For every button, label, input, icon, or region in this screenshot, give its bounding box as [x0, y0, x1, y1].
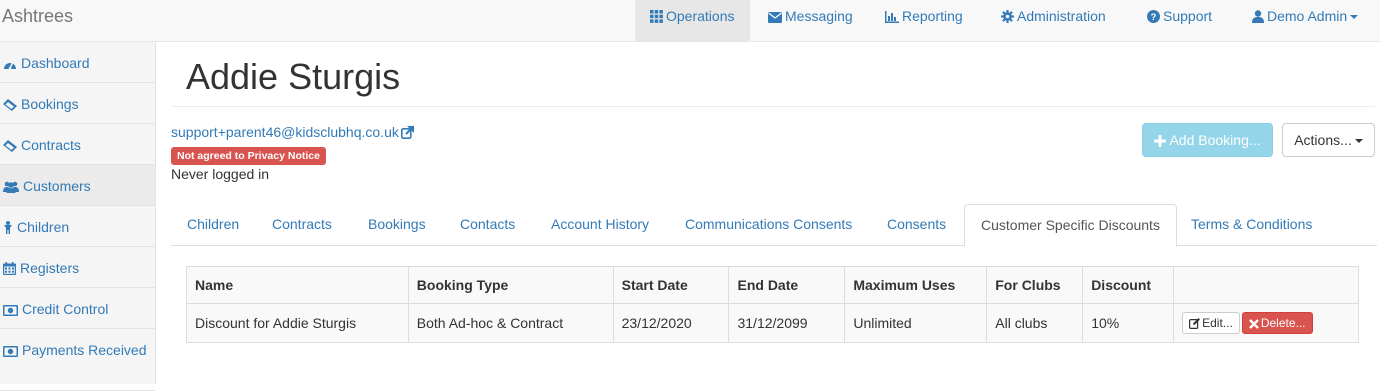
tab-contacts[interactable]: Contacts — [444, 204, 531, 246]
column-header — [1173, 266, 1359, 304]
gear-icon — [1001, 10, 1014, 23]
money-icon — [3, 305, 18, 316]
chevron-down-icon — [1354, 139, 1363, 143]
column-header: Discount — [1082, 266, 1175, 304]
close-icon — [1248, 319, 1259, 329]
grid-icon — [650, 10, 663, 23]
svg-text:?: ? — [1151, 12, 1157, 23]
customer-email-link[interactable]: support+parent46@kidsclubhq.co.uk — [171, 124, 414, 140]
delete-button[interactable]: Delete... — [1241, 312, 1313, 334]
child-icon — [4, 221, 12, 234]
sidebar-item-label: Customers — [23, 178, 91, 194]
nav-administration[interactable]: Administration — [986, 0, 1121, 41]
tab-communications-consents[interactable]: Communications Consents — [669, 204, 868, 246]
tab-consents[interactable]: Consents — [871, 204, 962, 246]
customer-email: support+parent46@kidsclubhq.co.uk — [171, 124, 399, 140]
page-title: Addie Sturgis — [186, 56, 401, 97]
customer-tabs: Children Contracts Bookings Contacts Acc… — [171, 204, 1377, 247]
nav-messaging-label: Messaging — [785, 8, 853, 24]
sidebar-item-label: Bookings — [21, 96, 79, 112]
table-header-row: Name Booking Type Start Date End Date Ma… — [186, 266, 1359, 304]
calendar-icon — [3, 262, 16, 275]
brand-logo[interactable]: Ashtrees — [2, 6, 73, 27]
sidebar-item-children[interactable]: Children — [0, 206, 155, 247]
column-header: Start Date — [612, 266, 730, 304]
discounts-table: Name Booking Type Start Date End Date Ma… — [186, 266, 1359, 343]
actions-dropdown-button[interactable]: Actions... — [1282, 123, 1375, 157]
sidebar-item-label: Dashboard — [21, 55, 90, 71]
actions-label: Actions... — [1294, 132, 1352, 148]
bar-chart-icon — [885, 11, 899, 23]
tab-account-history[interactable]: Account History — [535, 204, 665, 246]
tab-customer-specific-discounts[interactable]: Customer Specific Discounts — [964, 204, 1177, 247]
column-header: Name — [186, 266, 409, 304]
chevron-down-icon — [1350, 15, 1359, 19]
maximum-uses: Unlimited — [844, 303, 988, 343]
nav-user-menu[interactable]: Demo Admin — [1237, 0, 1373, 41]
nav-reporting-label: Reporting — [902, 8, 963, 24]
users-icon — [3, 181, 19, 193]
discount-value: 10% — [1082, 303, 1175, 343]
dashboard-icon — [4, 61, 16, 70]
sidebar-item-label: Children — [17, 219, 70, 235]
tab-contracts[interactable]: Contracts — [256, 204, 348, 246]
column-header: Maximum Uses — [844, 266, 988, 304]
main-content: Addie Sturgis support+parent46@kidsclubh… — [156, 42, 1380, 384]
tab-bookings[interactable]: Bookings — [352, 204, 442, 246]
booking-type: Both Ad-hoc & Contract — [407, 303, 614, 343]
top-navbar: Ashtrees Operations Messaging Reporting … — [0, 0, 1380, 42]
sidebar-item-label: Registers — [20, 260, 80, 276]
add-booking-label: Add Booking... — [1169, 132, 1261, 148]
column-header: End Date — [728, 266, 846, 304]
sidebar-item-label: Credit Control — [22, 301, 109, 317]
sidebar-item-label: Payments Received — [22, 342, 147, 358]
edit-label: Edit... — [1202, 316, 1233, 330]
sidebar-item-label: Contracts — [21, 137, 81, 153]
nav-operations-label: Operations — [666, 8, 735, 24]
privacy-status-badge: Not agreed to Privacy Notice — [171, 147, 326, 165]
nav-reporting[interactable]: Reporting — [870, 0, 978, 41]
nav-support[interactable]: ? Support — [1132, 0, 1227, 41]
external-link-icon — [400, 126, 414, 139]
money-icon — [3, 346, 18, 357]
start-date: 23/12/2020 — [612, 303, 730, 343]
delete-label: Delete... — [1260, 316, 1306, 330]
for-clubs: All clubs — [986, 303, 1084, 343]
sidebar-item-credit-control[interactable]: Credit Control — [0, 288, 155, 329]
sidebar-item-registers[interactable]: Registers — [0, 247, 155, 288]
tab-terms-conditions[interactable]: Terms & Conditions — [1175, 204, 1328, 246]
ticket-icon — [3, 99, 17, 111]
user-icon — [1252, 10, 1264, 23]
sidebar-item-contracts[interactable]: Contracts — [0, 124, 155, 165]
envelope-icon — [768, 12, 782, 23]
row-actions: Edit... Delete... — [1173, 303, 1359, 343]
discount-name: Discount for Addie Sturgis — [186, 303, 409, 343]
column-header: Booking Type — [407, 266, 614, 304]
divider — [171, 106, 1375, 107]
login-status: Never logged in — [171, 166, 270, 182]
column-header: For Clubs — [986, 266, 1084, 304]
nav-user-label: Demo Admin — [1267, 8, 1348, 24]
sidebar-item-customers[interactable]: Customers — [0, 165, 155, 206]
table-row: Discount for Addie Sturgis Both Ad-hoc &… — [186, 303, 1359, 343]
question-circle-icon: ? — [1147, 10, 1160, 23]
plus-icon — [1154, 135, 1167, 147]
sidebar-item-payments-received[interactable]: Payments Received — [0, 329, 155, 391]
end-date: 31/12/2099 — [728, 303, 846, 343]
tab-children[interactable]: Children — [171, 204, 255, 246]
ticket-icon — [3, 140, 17, 152]
nav-support-label: Support — [1163, 8, 1213, 24]
edit-button[interactable]: Edit... — [1182, 312, 1240, 334]
sidebar-item-bookings[interactable]: Bookings — [0, 83, 155, 124]
add-booking-button[interactable]: Add Booking... — [1142, 123, 1273, 157]
nav-messaging[interactable]: Messaging — [753, 0, 868, 41]
nav-operations[interactable]: Operations — [635, 0, 750, 41]
edit-icon — [1189, 318, 1201, 330]
nav-administration-label: Administration — [1017, 8, 1106, 24]
sidebar-item-dashboard[interactable]: Dashboard — [0, 42, 155, 83]
sidebar: Dashboard Bookings Contracts Customers C… — [0, 42, 156, 391]
